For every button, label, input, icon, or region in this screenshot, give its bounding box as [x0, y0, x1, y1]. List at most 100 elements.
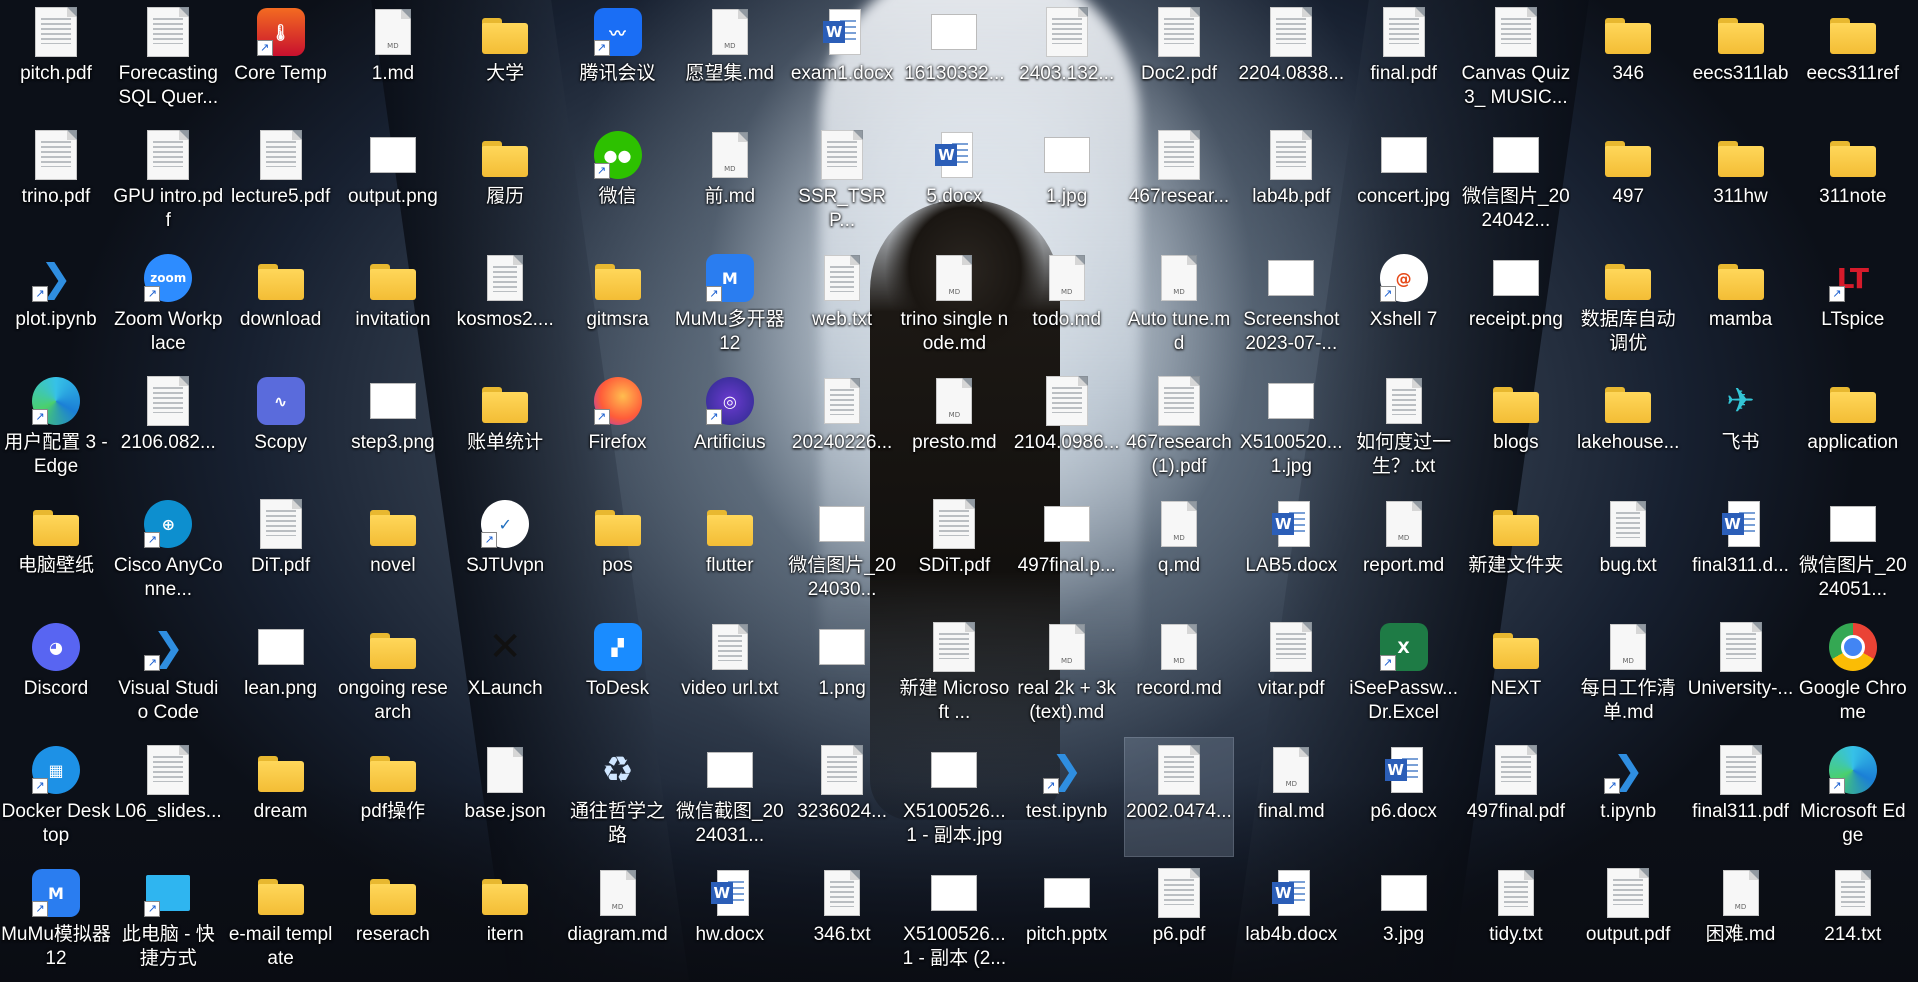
desktop-item[interactable]: 〰 ↗ 腾讯会议 [564, 0, 672, 118]
desktop-item[interactable]: MD 每日工作清单.md [1574, 615, 1682, 733]
desktop-item[interactable]: 新建文件夹 [1462, 492, 1570, 610]
desktop-item[interactable]: 16130332... [900, 0, 1008, 118]
desktop-item[interactable]: 大学 [451, 0, 559, 118]
desktop-item[interactable]: SSR_TSRP... [788, 123, 896, 241]
desktop-item[interactable]: eecs311lab [1687, 0, 1795, 118]
desktop-item[interactable]: X5100526... 1 - 副本.jpg [900, 738, 1008, 856]
desktop-item[interactable]: 3.jpg [1350, 861, 1458, 979]
desktop-item[interactable]: 20240226... [788, 369, 896, 487]
desktop-item[interactable]: MD presto.md [900, 369, 1008, 487]
desktop-item[interactable]: ↗ Microsoft Edge [1799, 738, 1907, 856]
desktop-item[interactable]: M ↗ MuMu多开器12 [675, 246, 785, 364]
desktop-item[interactable]: 履历 [451, 123, 559, 241]
desktop-item[interactable]: output.pdf [1574, 861, 1682, 979]
desktop-item[interactable]: MD trino single node.md [900, 246, 1008, 364]
desktop-item[interactable]: pdf操作 [339, 738, 447, 856]
desktop-item[interactable]: University-... [1687, 615, 1795, 733]
desktop-item[interactable]: web.txt [788, 246, 896, 364]
desktop-item[interactable]: 1.png [788, 615, 896, 733]
desktop-item[interactable]: 497final.p... [1013, 492, 1121, 610]
desktop-item[interactable]: trino.pdf [2, 123, 110, 241]
desktop-item[interactable]: ●● ↗ 微信 [564, 123, 672, 241]
desktop-item[interactable]: ongoing research [338, 615, 448, 733]
desktop-item[interactable]: gitmsra [564, 246, 672, 364]
desktop-item[interactable]: ❯ ↗ Visual Studio Code [114, 615, 222, 733]
desktop-item[interactable]: 2104.0986... [1013, 369, 1121, 487]
desktop-item[interactable]: 新建 Microsoft ... [899, 615, 1009, 733]
desktop-item[interactable]: ▞ ToDesk [564, 615, 672, 733]
desktop-item[interactable]: 467resear... [1125, 123, 1233, 241]
desktop-item[interactable]: ◕ Discord [2, 615, 110, 733]
desktop-item[interactable]: 2106.082... [114, 369, 222, 487]
desktop-item[interactable]: MD 前.md [676, 123, 784, 241]
desktop-item[interactable]: ⊕ ↗ Cisco AnyConne... [114, 492, 223, 610]
desktop-item[interactable]: lecture5.pdf [227, 123, 335, 241]
desktop-item[interactable]: MD 1.md [339, 0, 447, 118]
desktop-item[interactable]: pitch.pdf [2, 0, 110, 118]
desktop-item[interactable]: Forecasting SQL Quer... [114, 0, 222, 118]
desktop-item[interactable]: DiT.pdf [227, 492, 335, 610]
desktop-item[interactable]: MD 困难.md [1687, 861, 1795, 979]
desktop-item[interactable]: final.pdf [1350, 0, 1458, 118]
desktop-item[interactable]: 497final.pdf [1462, 738, 1570, 856]
desktop-item[interactable]: vitar.pdf [1237, 615, 1345, 733]
desktop-item[interactable]: 2002.0474... [1124, 737, 1234, 857]
desktop-item[interactable]: MD real 2k + 3k(text).md [1013, 615, 1121, 733]
desktop-item[interactable]: X5100526... 1 - 副本 (2... [900, 861, 1008, 979]
desktop-item[interactable]: ✈ 飞书 [1687, 369, 1795, 487]
desktop-item[interactable]: MD todo.md [1013, 246, 1121, 364]
desktop-item[interactable]: Doc2.pdf [1125, 0, 1233, 118]
desktop-item[interactable]: flutter [676, 492, 784, 610]
desktop-item[interactable]: LT ↗ LTspice [1799, 246, 1907, 364]
desktop-item[interactable]: Wp6.docx [1350, 738, 1458, 856]
desktop-item[interactable]: ▦ ↗ Docker Desktop [2, 738, 110, 856]
desktop-item[interactable]: X5100520... 1.jpg [1237, 369, 1345, 487]
desktop-item[interactable]: 311hw [1687, 123, 1795, 241]
desktop-item[interactable]: GPU intro.pdf [113, 123, 223, 241]
desktop-item[interactable]: itern [451, 861, 559, 979]
desktop-item[interactable]: 467research (1).pdf [1125, 369, 1233, 487]
desktop-item[interactable]: Screenshot 2023-07-... [1237, 246, 1345, 364]
desktop-item[interactable]: p6.pdf [1125, 861, 1233, 979]
desktop-item[interactable]: pitch.pptx [1013, 861, 1121, 979]
desktop-item[interactable]: application [1799, 369, 1907, 487]
desktop-item[interactable]: MD 愿望集.md [676, 0, 784, 118]
desktop-item[interactable]: 497 [1574, 123, 1682, 241]
desktop-item[interactable]: blogs [1462, 369, 1570, 487]
desktop-item[interactable]: ❯ ↗ test.ipynb [1013, 738, 1121, 856]
desktop-item[interactable]: tidy.txt [1462, 861, 1570, 979]
desktop-item[interactable]: ∿ Scopy [227, 369, 335, 487]
desktop-item[interactable]: ✕ XLaunch [451, 615, 559, 733]
desktop-item[interactable]: L06_slides... [114, 738, 222, 856]
desktop-item[interactable]: step3.png [339, 369, 447, 487]
desktop-item[interactable]: W 5.docx [900, 123, 1008, 241]
desktop-item[interactable]: mamba [1687, 246, 1795, 364]
desktop-item[interactable]: 🌡 ↗ Core Temp [227, 0, 335, 118]
desktop-item[interactable]: Wfinal311.d... [1687, 492, 1795, 610]
desktop-item[interactable]: 214.txt [1799, 861, 1907, 979]
desktop-item[interactable]: Whw.docx [676, 861, 784, 979]
desktop-item[interactable]: MD q.md [1125, 492, 1233, 610]
desktop-item[interactable]: @ ↗ Xshell 7 [1350, 246, 1458, 364]
desktop-item[interactable]: 微信图片_2024051... [1799, 492, 1907, 610]
desktop-item[interactable]: Wexam1.docx [788, 0, 896, 118]
desktop-item[interactable]: MD Auto tune.md [1125, 246, 1233, 364]
desktop-item[interactable]: 311note [1799, 123, 1907, 241]
desktop-item[interactable]: final311.pdf [1687, 738, 1795, 856]
desktop-item[interactable]: reserach [339, 861, 447, 979]
desktop-item[interactable]: invitation [339, 246, 447, 364]
desktop-item[interactable]: zoom ↗ Zoom Workplace [114, 246, 223, 364]
desktop-item[interactable]: ◎ ↗ Artificius [676, 369, 784, 487]
desktop-item[interactable]: 346.txt [788, 861, 896, 979]
desktop-item[interactable]: receipt.png [1462, 246, 1570, 364]
desktop-item[interactable]: base.json [451, 738, 559, 856]
desktop-item[interactable]: X ↗ iSeePassw... Dr.Excel [1349, 615, 1458, 733]
desktop-item[interactable]: eecs311ref [1799, 0, 1907, 118]
desktop-item[interactable]: bug.txt [1574, 492, 1682, 610]
desktop-item[interactable]: W LAB5.docx [1237, 492, 1345, 610]
desktop-item[interactable]: Canvas Quiz 3_ MUSIC... [1462, 0, 1570, 118]
desktop-item[interactable]: 微信图片_2024030... [788, 492, 896, 610]
desktop-item[interactable]: 微信图片_2024042... [1462, 123, 1570, 241]
desktop-item[interactable]: 1.jpg [1013, 123, 1121, 241]
desktop-item[interactable]: 3236024... [788, 738, 896, 856]
